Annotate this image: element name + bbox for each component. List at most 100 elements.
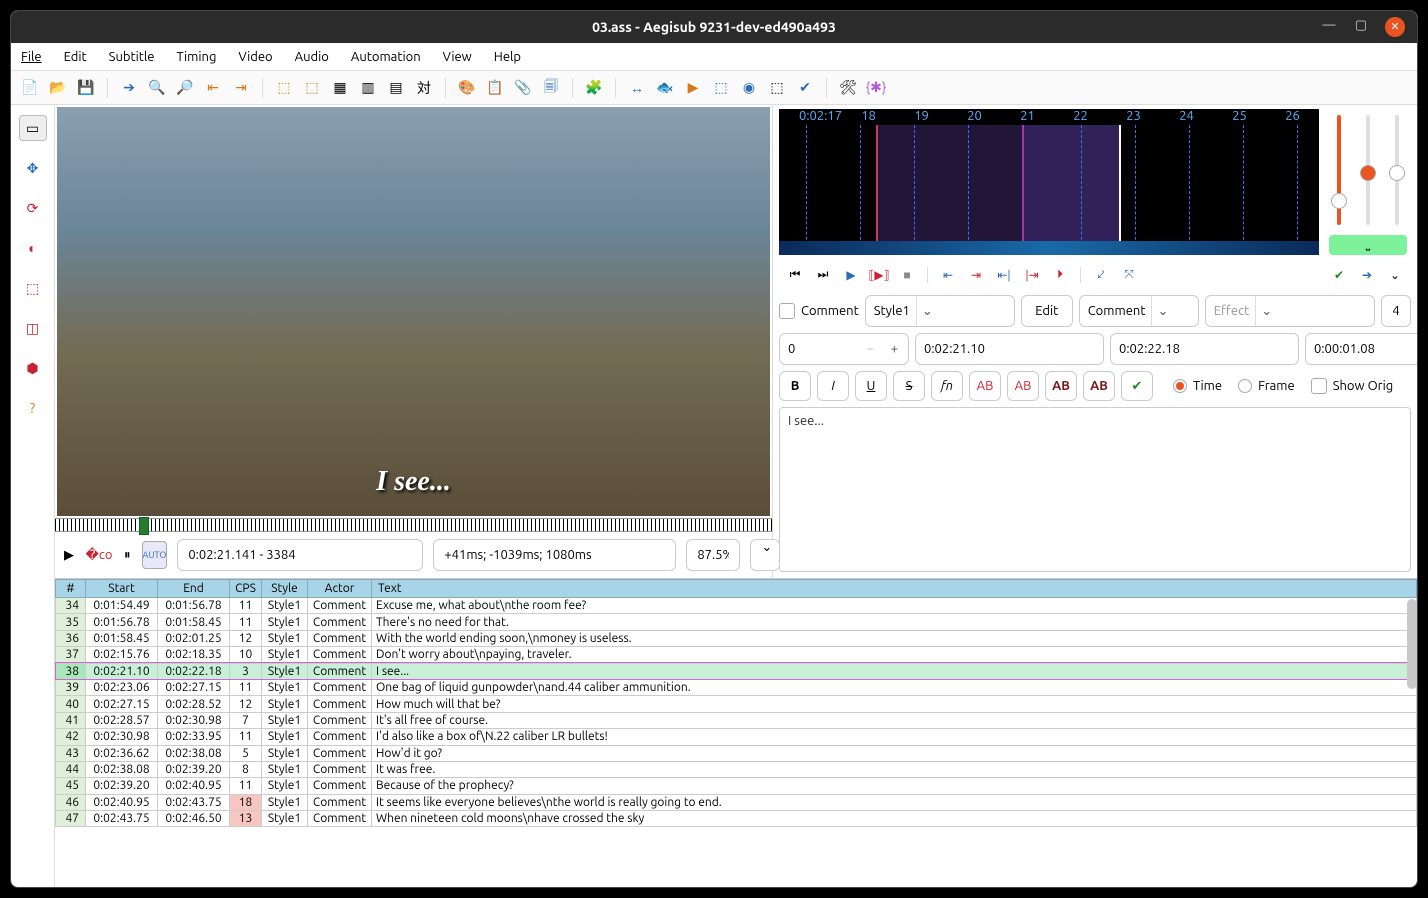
autoscroll-button[interactable]: AUTO	[142, 541, 168, 569]
styles-manager-icon[interactable]: 🎨	[456, 77, 478, 99]
italic-button[interactable]: I	[817, 371, 849, 401]
table-row[interactable]: 350:01:56.780:01:58.4511Style1CommentThe…	[56, 614, 1417, 630]
timing-post-icon[interactable]: ⬚	[766, 77, 788, 99]
table-row[interactable]: 360:01:58.450:02:01.2512Style1CommentWit…	[56, 630, 1417, 646]
rotate-z-icon[interactable]: ⟳	[19, 195, 47, 221]
video-seekbar[interactable]	[55, 518, 772, 532]
scale-tool-icon[interactable]: ⬚	[19, 275, 47, 301]
color1-button[interactable]: AB	[969, 371, 1001, 401]
menu-automation[interactable]: Automation	[351, 50, 421, 64]
video-offset-input[interactable]	[433, 539, 676, 571]
zoom-in-icon[interactable]: 🔍	[146, 77, 168, 99]
jump-video-start-icon[interactable]: ⇤	[202, 77, 224, 99]
volume-slider[interactable]	[1395, 115, 1399, 225]
play-before-start-icon[interactable]: ⇤	[938, 266, 958, 284]
play-line-audio-icon[interactable]: ⟦▶⟧	[869, 266, 889, 284]
sort-icon[interactable]: 🐟	[654, 77, 676, 99]
play-line-button[interactable]: �со	[85, 541, 113, 569]
strike-button[interactable]: S	[893, 371, 925, 401]
color2-button[interactable]: AB	[1007, 371, 1039, 401]
clip-tool-icon[interactable]: ◫	[19, 315, 47, 341]
table-row[interactable]: 470:02:43.750:02:46.5013Style1CommentWhe…	[56, 811, 1417, 827]
jump-to-icon[interactable]: ➔	[118, 77, 140, 99]
table-row[interactable]: 440:02:38.080:02:39.208Style1CommentIt w…	[56, 761, 1417, 777]
menu-view[interactable]: View	[443, 50, 472, 64]
snap-scene-icon[interactable]: ▥	[357, 77, 379, 99]
spellcheck-icon[interactable]: ✔	[794, 77, 816, 99]
select-lines-icon[interactable]: ⬚	[710, 77, 732, 99]
shift-times-icon[interactable]: ↔	[626, 77, 648, 99]
font-button[interactable]: fn	[931, 371, 963, 401]
frame-radio[interactable]	[1238, 379, 1252, 393]
audio-spectrogram[interactable]: 0:02:17 18 19 20 21 22 23 24 25 26	[779, 109, 1319, 255]
snap-end-icon[interactable]: ⬚	[301, 77, 323, 99]
rotate-xy-icon[interactable]: ◐	[19, 235, 47, 261]
menu-timing[interactable]: Timing	[176, 50, 216, 64]
menu-file[interactable]: File	[21, 50, 42, 64]
automation-icon[interactable]: 🧩	[583, 77, 605, 99]
play-last500-icon[interactable]: ⏵	[1050, 266, 1070, 284]
properties-icon[interactable]: 📋	[484, 77, 506, 99]
snap-start-icon[interactable]: ⬚	[273, 77, 295, 99]
maximize-button[interactable]: ▢	[1353, 17, 1369, 33]
pause-button[interactable]: ⏸	[123, 541, 132, 569]
show-original-checkbox[interactable]	[1311, 378, 1327, 394]
minimize-button[interactable]: —	[1321, 17, 1337, 33]
help-icon[interactable]: ?	[19, 395, 47, 421]
color4-button[interactable]: AB	[1083, 371, 1115, 401]
new-file-icon[interactable]: 📄	[19, 77, 41, 99]
kanji-timer-icon[interactable]: 対	[413, 77, 435, 99]
jump-video-end-icon[interactable]: ⇥	[230, 77, 252, 99]
commit-text-button[interactable]: ✔	[1121, 371, 1153, 401]
goto-selection-icon[interactable]: ➔	[1357, 266, 1377, 284]
audio-options-icon[interactable]: ⌄	[1385, 266, 1405, 284]
table-row[interactable]: 400:02:27.150:02:28.5212Style1CommentHow…	[56, 696, 1417, 712]
menu-video[interactable]: Video	[238, 50, 272, 64]
menu-subtitle[interactable]: Subtitle	[109, 50, 155, 64]
comment-checkbox[interactable]	[779, 303, 795, 319]
zoom-out-icon[interactable]: 🔎	[174, 77, 196, 99]
shift-selection-icon[interactable]: ▤	[385, 77, 407, 99]
start-time-input[interactable]	[915, 333, 1104, 365]
link-sliders-button[interactable]: ⎵	[1329, 235, 1407, 255]
table-row[interactable]: 460:02:40.950:02:43.7518Style1CommentIt …	[56, 794, 1417, 810]
color3-button[interactable]: AB	[1045, 371, 1077, 401]
table-row[interactable]: 390:02:23.060:02:27.1511Style1CommentOne…	[56, 679, 1417, 695]
actor-combo[interactable]: Comment⌄	[1079, 295, 1199, 327]
play-selection-icon[interactable]: ▶	[841, 266, 861, 284]
table-row[interactable]: 340:01:54.490:01:56.7811Style1CommentExc…	[56, 598, 1417, 614]
play-after-start-icon[interactable]: ⇥	[966, 266, 986, 284]
save-file-icon[interactable]: 💾	[75, 77, 97, 99]
prev-line-icon[interactable]: ⏮	[785, 266, 805, 284]
fonts-collector-icon[interactable]: 🗐	[540, 77, 562, 99]
play-before-end-icon[interactable]: ⇤|	[994, 266, 1014, 284]
menu-edit[interactable]: Edit	[64, 50, 87, 64]
menu-help[interactable]: Help	[494, 50, 521, 64]
stop-icon[interactable]: ■	[897, 266, 917, 284]
time-radio[interactable]	[1173, 379, 1187, 393]
table-row[interactable]: 430:02:36.620:02:38.085Style1CommentHow'…	[56, 745, 1417, 761]
table-row[interactable]: 370:02:15.760:02:18.3510Style1CommentDon…	[56, 647, 1417, 663]
grid-scrollbar[interactable]	[1407, 599, 1417, 689]
lead-out-icon[interactable]: ⤧	[1119, 266, 1139, 284]
grid-header[interactable]: #StartEnd CPSStyleActor Text	[56, 580, 1417, 598]
underline-button[interactable]: U	[855, 371, 887, 401]
video-display[interactable]: I see...	[57, 107, 770, 516]
layer-spinner[interactable]: 0 − +	[779, 333, 909, 365]
select-visible-icon[interactable]: ▦	[329, 77, 351, 99]
seek-cursor[interactable]	[139, 517, 149, 535]
options-icon[interactable]: 🛠	[837, 77, 859, 99]
subtitle-grid[interactable]: #StartEnd CPSStyleActor Text 340:01:54.4…	[55, 578, 1417, 887]
end-time-input[interactable]	[1110, 333, 1299, 365]
attachments-icon[interactable]: 📎	[512, 77, 534, 99]
duration-input[interactable]	[1305, 333, 1418, 365]
horizontal-zoom-slider[interactable]	[1337, 115, 1341, 225]
drag-tool-icon[interactable]: ✥	[19, 155, 47, 181]
translation-icon[interactable]: ▶	[682, 77, 704, 99]
resample-icon[interactable]: ◉	[738, 77, 760, 99]
video-time-input[interactable]	[177, 539, 423, 571]
assdraw-icon[interactable]: {✱}	[865, 77, 887, 99]
subtitle-text-input[interactable]: I see...	[779, 407, 1411, 572]
edit-style-button[interactable]: Edit	[1021, 295, 1073, 327]
next-line-icon[interactable]: ⏭	[813, 266, 833, 284]
